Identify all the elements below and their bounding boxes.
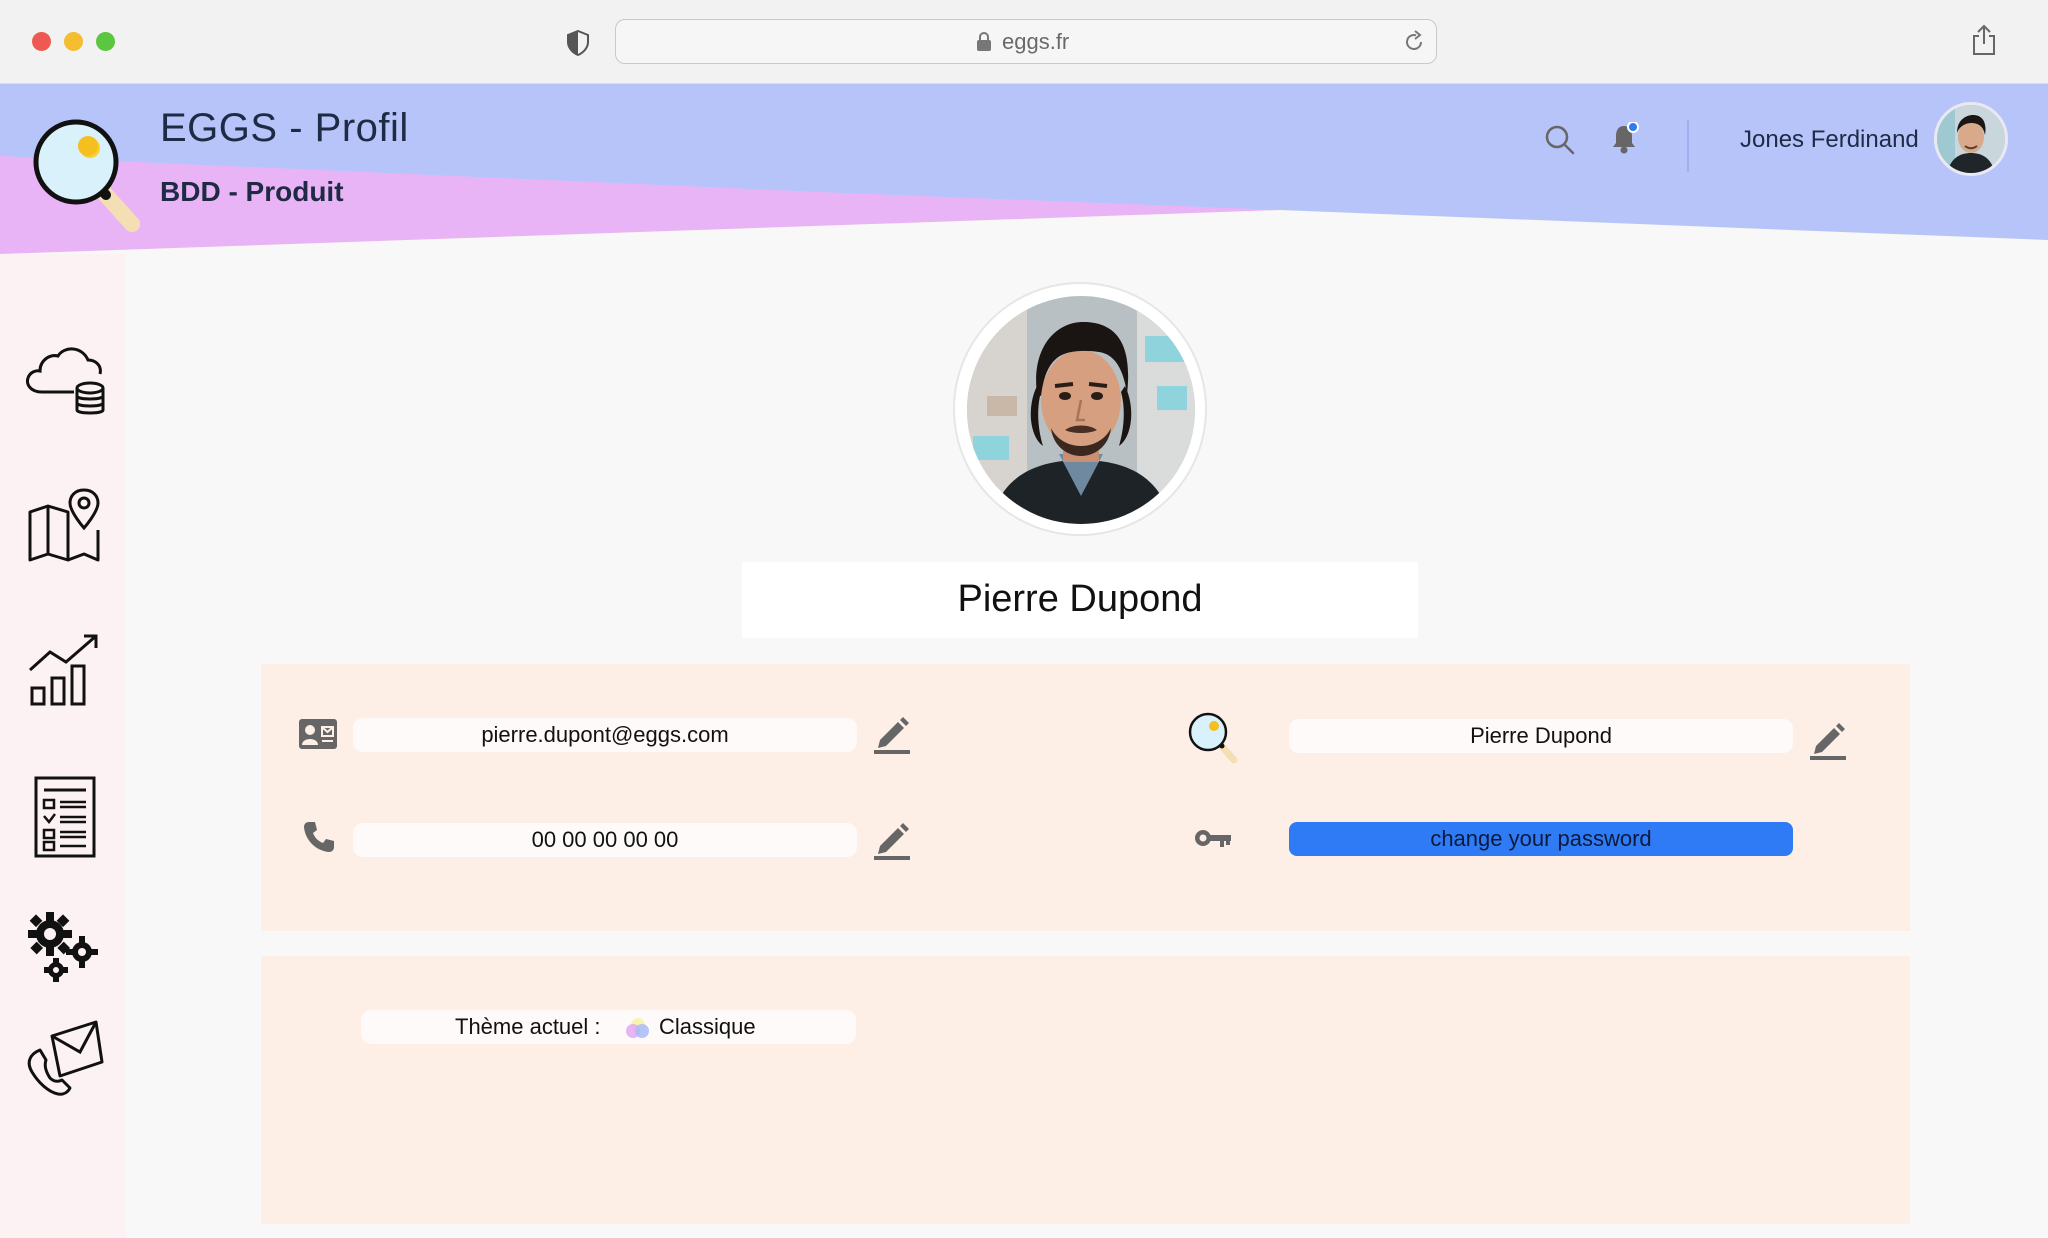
cloud-database-icon[interactable]: [22, 338, 106, 422]
profile-full-name: Pierre Dupond: [957, 578, 1203, 620]
app-window: eggs.fr EGGS - Profil BDD - Produit Jone…: [0, 0, 2048, 1238]
maximize-window-button[interactable]: [96, 32, 115, 51]
eggs-magnifier-icon: [1188, 712, 1238, 764]
notification-bell-icon[interactable]: [1608, 122, 1640, 156]
phone-icon: [304, 822, 334, 852]
edit-display-name-icon[interactable]: [1808, 718, 1848, 760]
edit-email-icon[interactable]: [872, 712, 912, 754]
url-text: eggs.fr: [1002, 29, 1070, 54]
theme-selector[interactable]: Thème actuel : Classique: [361, 1010, 856, 1044]
mail-phone-icon[interactable]: [22, 1014, 106, 1098]
growth-chart-icon[interactable]: [22, 626, 106, 710]
contact-card-icon: [299, 719, 337, 749]
address-bar[interactable]: eggs.fr: [615, 19, 1437, 64]
edit-phone-icon[interactable]: [872, 818, 912, 860]
page-subtitle: BDD - Produit: [160, 176, 344, 207]
reload-icon[interactable]: [1402, 30, 1426, 54]
share-icon[interactable]: [1970, 24, 1998, 56]
app-header: EGGS - Profil BDD - Produit Jones Ferdin…: [0, 84, 2048, 254]
theme-label: Thème actuel :: [455, 1014, 601, 1039]
minimize-window-button[interactable]: [64, 32, 83, 51]
sidebar: [0, 254, 126, 1238]
eggs-logo-icon: [33, 119, 140, 232]
lock-icon: [977, 32, 991, 51]
key-icon: [1195, 830, 1231, 847]
privacy-shield-icon[interactable]: [566, 30, 590, 56]
phone-field[interactable]: 00 00 00 00 00: [353, 823, 857, 857]
profile-avatar[interactable]: [953, 282, 1207, 536]
change-password-button[interactable]: change your password: [1289, 822, 1793, 856]
theme-value: Classique: [659, 1014, 756, 1039]
email-field[interactable]: pierre.dupont@eggs.com: [353, 718, 857, 752]
theme-color-icon: [626, 1018, 649, 1038]
user-name[interactable]: Jones Ferdinand: [1740, 126, 1919, 154]
profile-name-box: Pierre Dupond: [742, 562, 1418, 638]
browser-toolbar: eggs.fr: [0, 0, 2048, 84]
search-icon[interactable]: [1544, 124, 1576, 156]
page-title: EGGS - Profil: [160, 106, 409, 150]
gears-icon[interactable]: [22, 904, 106, 988]
map-location-icon[interactable]: [22, 482, 106, 566]
close-window-button[interactable]: [32, 32, 51, 51]
header-divider: [1687, 120, 1689, 172]
profile-info-card: [261, 664, 1910, 931]
checklist-icon[interactable]: [22, 774, 106, 858]
theme-card: [261, 956, 1910, 1224]
user-avatar[interactable]: [1934, 102, 2008, 176]
display-name-field[interactable]: Pierre Dupond: [1289, 719, 1793, 753]
